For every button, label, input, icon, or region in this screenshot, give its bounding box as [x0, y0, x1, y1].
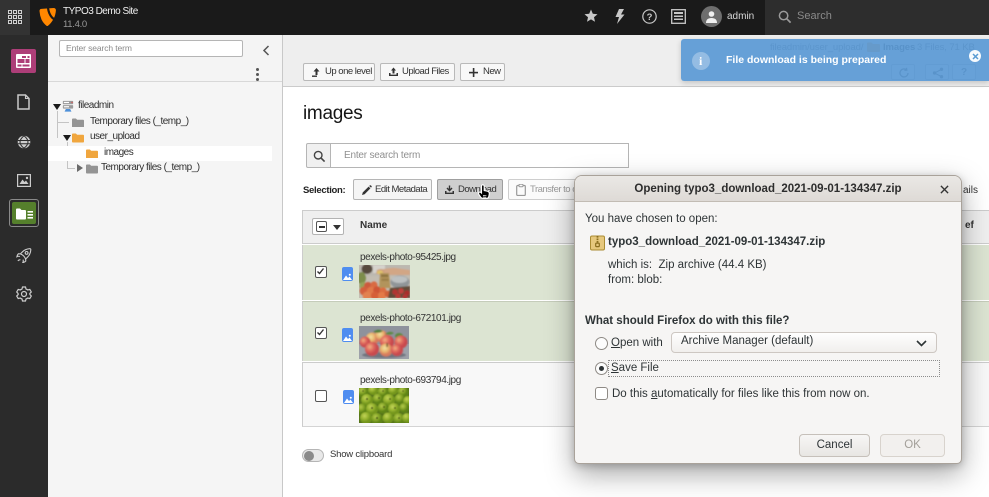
- svg-text:?: ?: [647, 12, 653, 23]
